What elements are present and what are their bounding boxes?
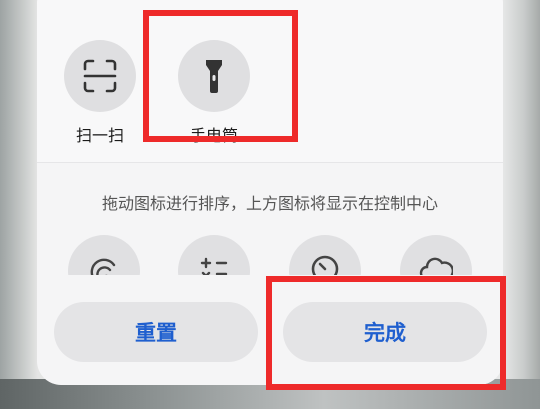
flashlight-highlight-box bbox=[143, 10, 298, 142]
candidate-timer[interactable] bbox=[289, 235, 361, 275]
tile-scan[interactable]: 扫一扫 bbox=[55, 40, 145, 146]
tile-scan-circle[interactable] bbox=[64, 40, 136, 112]
candidate-nfc[interactable] bbox=[68, 235, 140, 275]
reset-button[interactable]: 重置 bbox=[54, 302, 258, 362]
scan-icon bbox=[83, 59, 117, 93]
done-highlight-box bbox=[266, 276, 506, 390]
tile-scan-label: 扫一扫 bbox=[75, 126, 124, 145]
calculator-icon bbox=[200, 257, 228, 275]
sort-hint-text: 拖动图标进行排序，上方图标将显示在控制中心 bbox=[101, 194, 438, 213]
candidate-icons-row bbox=[37, 235, 503, 275]
section-divider bbox=[37, 162, 503, 163]
timer-icon bbox=[311, 255, 339, 275]
nfc-icon bbox=[90, 258, 116, 275]
weather-icon bbox=[419, 257, 453, 275]
candidate-calculator[interactable] bbox=[178, 235, 250, 275]
candidate-weather[interactable] bbox=[400, 235, 472, 275]
